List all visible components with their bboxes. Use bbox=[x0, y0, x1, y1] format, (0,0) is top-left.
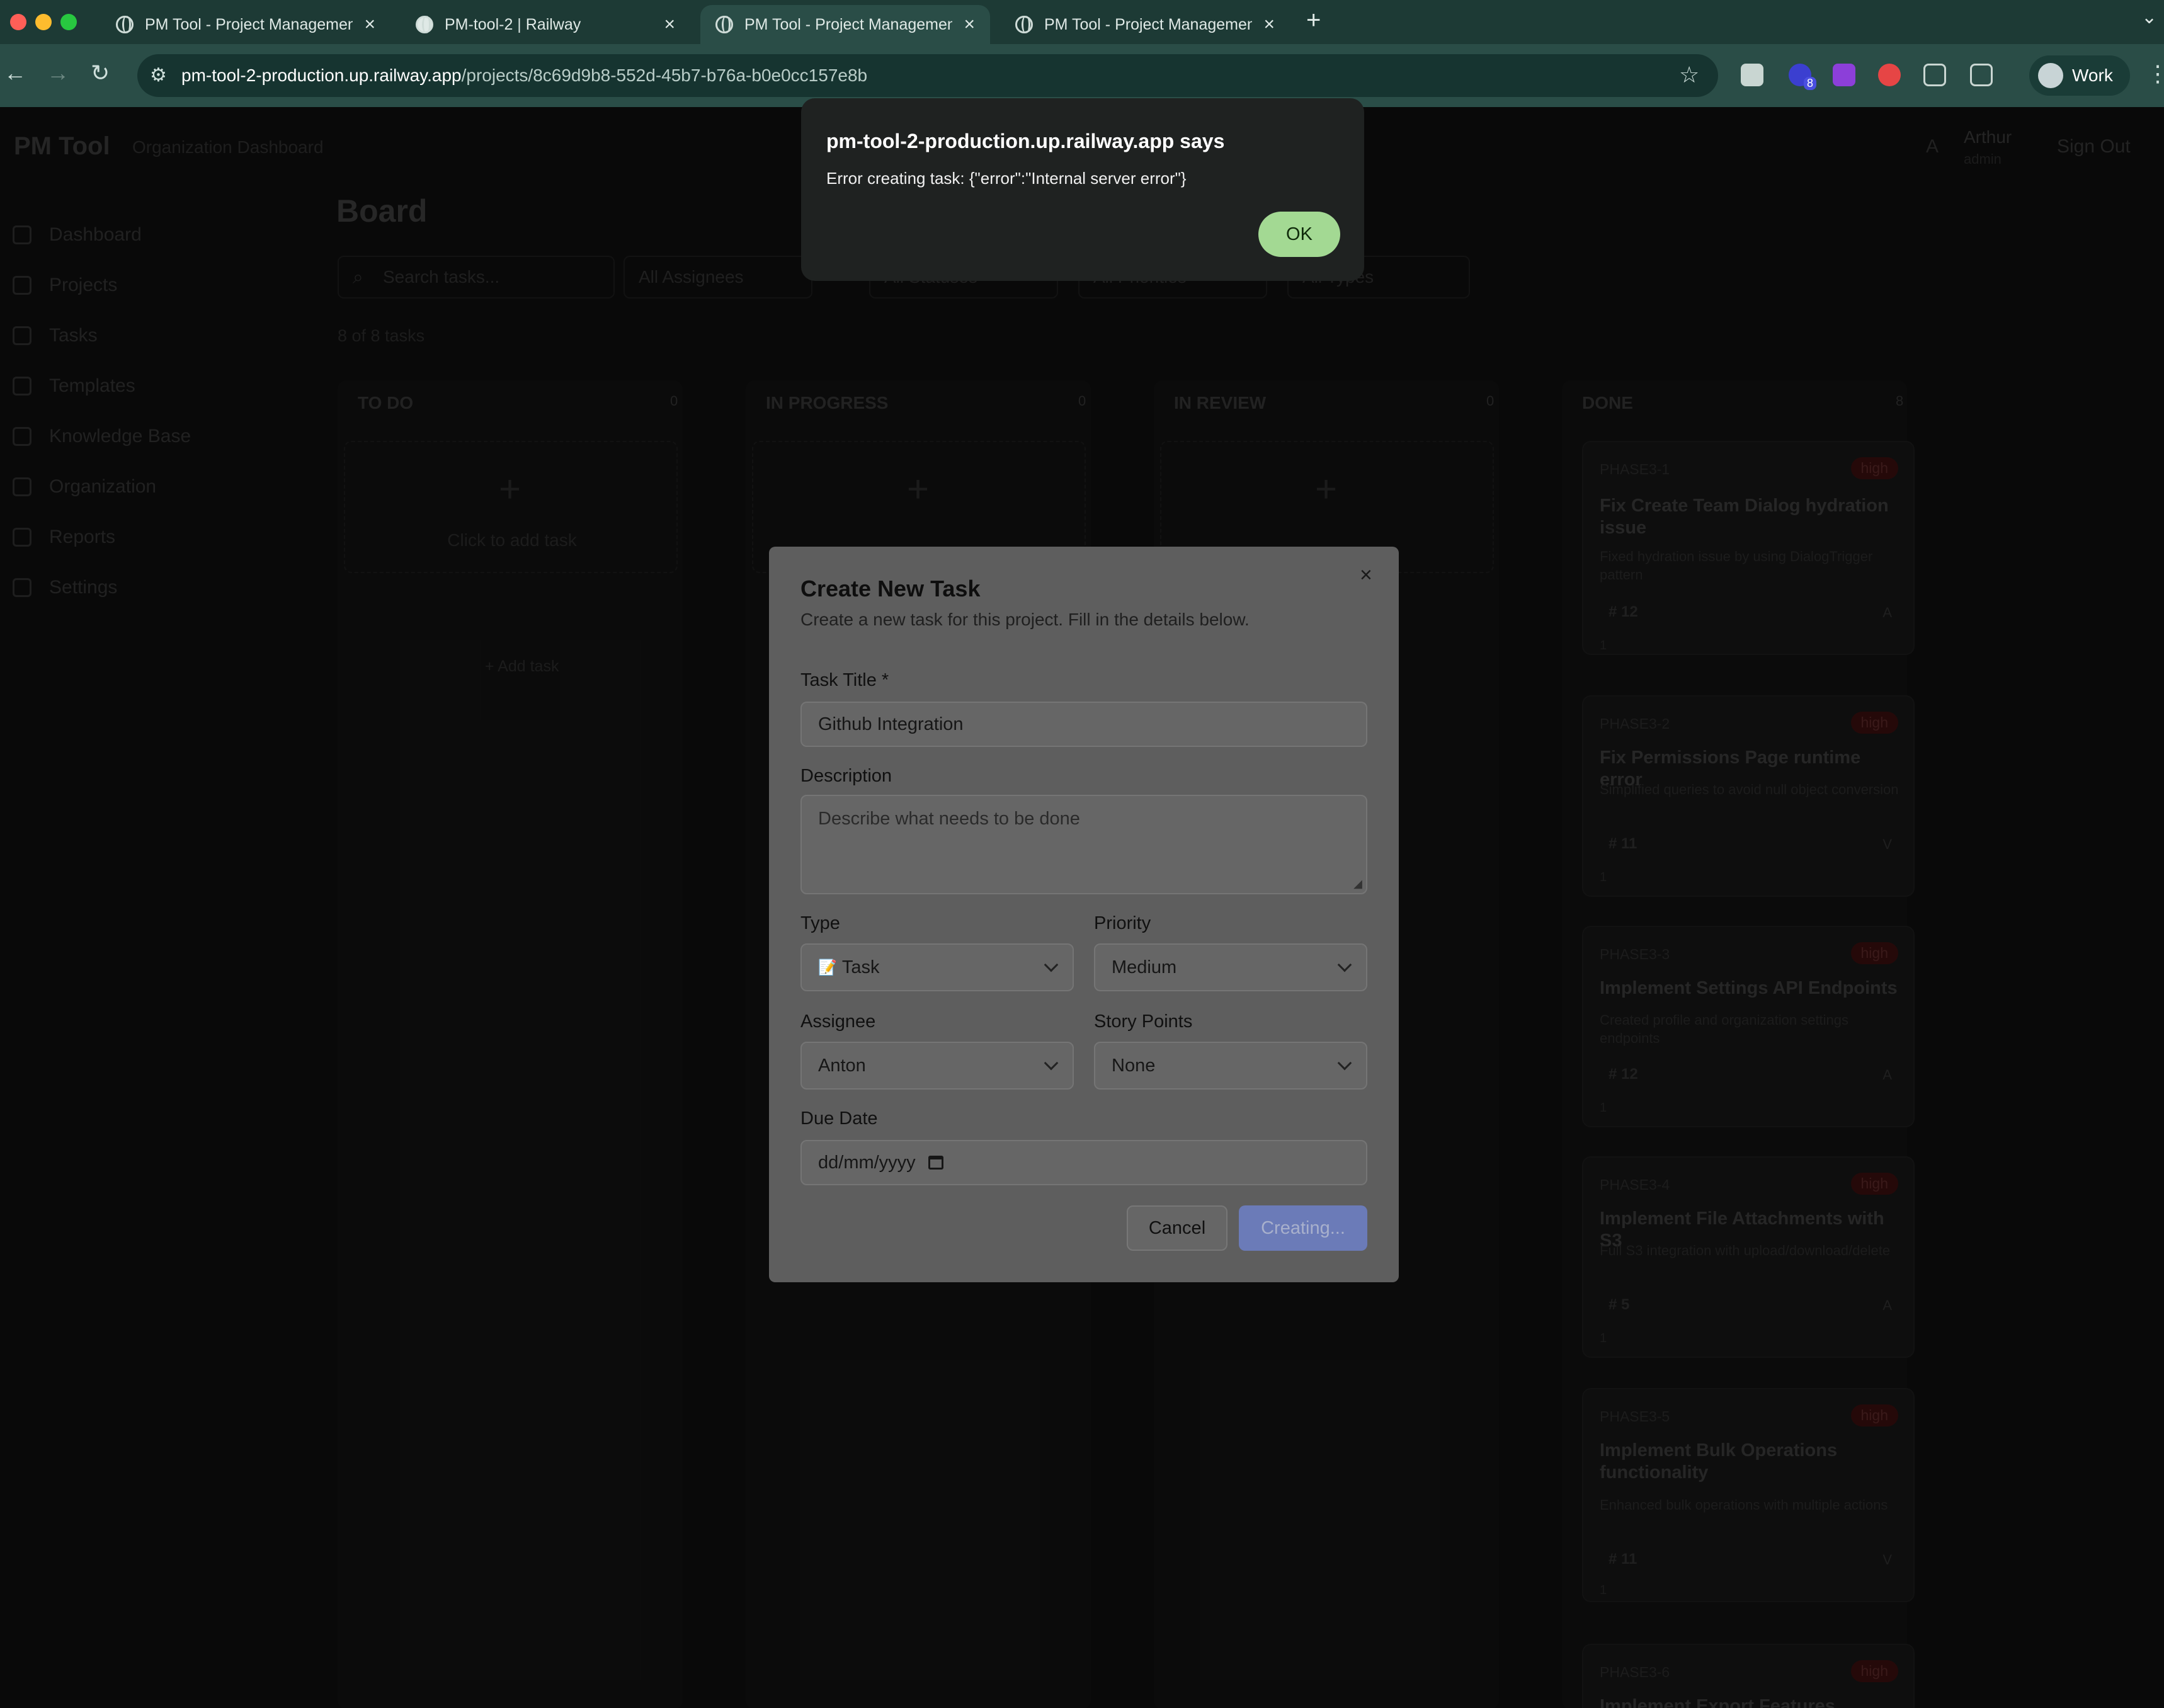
twitch-extension-icon[interactable] bbox=[1833, 64, 1855, 86]
extension-badge-icon[interactable]: 8 bbox=[1789, 64, 1816, 90]
railway-icon bbox=[416, 16, 433, 33]
browser-menu-icon[interactable]: ⋮ bbox=[2146, 60, 2164, 87]
dialog-title: Create New Task bbox=[800, 576, 981, 601]
chevron-down-icon bbox=[1044, 1056, 1059, 1071]
globe-icon bbox=[715, 16, 733, 33]
pokeball-extension-icon[interactable] bbox=[1878, 64, 1901, 86]
window-minimize-button[interactable] bbox=[35, 14, 52, 30]
type-select[interactable]: 📝 Task bbox=[800, 943, 1074, 991]
assignee-label: Assignee bbox=[800, 1011, 876, 1032]
description-label: Description bbox=[800, 766, 892, 786]
browser-tab-1[interactable]: PM Tool - Project Managemen × bbox=[101, 5, 390, 44]
url-path: /projects/8c69d9b8-552d-45b7-b76a-b0e0cc… bbox=[461, 65, 868, 85]
due-date-placeholder: dd/mm/yyyy bbox=[818, 1152, 916, 1173]
priority-value: Medium bbox=[1112, 957, 1177, 977]
description-placeholder: Describe what needs to be done bbox=[818, 809, 1080, 829]
story-points-value: None bbox=[1112, 1055, 1156, 1076]
calendar-icon[interactable] bbox=[928, 1156, 943, 1170]
copilot-extension-icon[interactable] bbox=[1923, 64, 1946, 86]
back-arrow-icon[interactable]: ← bbox=[4, 60, 26, 86]
chevron-down-icon bbox=[1337, 957, 1352, 972]
new-tab-button[interactable]: + bbox=[1306, 6, 1321, 35]
type-label: Type bbox=[800, 913, 840, 933]
story-points-label: Story Points bbox=[1094, 1011, 1193, 1032]
create-task-button[interactable]: Creating... bbox=[1239, 1205, 1367, 1251]
assignee-value: Anton bbox=[818, 1055, 866, 1076]
reload-icon[interactable]: ↻ bbox=[91, 60, 110, 86]
url-domain: pm-tool-2-production.up.railway.app bbox=[181, 65, 462, 85]
browser-tab-3[interactable]: PM Tool - Project Managemen × bbox=[700, 5, 990, 44]
close-icon[interactable]: × bbox=[364, 14, 375, 35]
browser-tab-4[interactable]: PM Tool - Project Managemen × bbox=[1000, 5, 1290, 44]
cancel-button[interactable]: Cancel bbox=[1127, 1205, 1227, 1251]
globe-icon bbox=[116, 16, 134, 33]
window-close-button[interactable] bbox=[10, 14, 26, 30]
chevron-down-icon bbox=[1337, 1056, 1352, 1071]
close-icon[interactable]: × bbox=[1263, 14, 1275, 35]
task-title-value: Github Integration bbox=[818, 714, 964, 734]
due-date-input[interactable]: dd/mm/yyyy bbox=[800, 1140, 1367, 1185]
priority-label: Priority bbox=[1094, 913, 1151, 933]
create-task-dialog: Create New Task Create a new task for th… bbox=[769, 547, 1399, 1282]
close-icon[interactable]: × bbox=[1360, 563, 1372, 588]
close-icon[interactable]: × bbox=[964, 14, 975, 35]
dialog-subtitle: Create a new task for this project. Fill… bbox=[800, 610, 1250, 629]
alert-title: pm-tool-2-production.up.railway.app says bbox=[826, 130, 1225, 152]
forward-arrow-icon[interactable]: → bbox=[47, 60, 69, 86]
description-textarea[interactable]: Describe what needs to be done ◢ bbox=[800, 795, 1367, 894]
avatar bbox=[2038, 63, 2063, 88]
tab-label: PM-tool-2 | Railway bbox=[445, 15, 581, 33]
address-bar[interactable]: ⚙ pm-tool-2-production.up.railway.app/pr… bbox=[137, 54, 1718, 97]
profile-button[interactable]: Work bbox=[2029, 55, 2130, 96]
tab-label: PM Tool - Project Managemen bbox=[1044, 15, 1253, 33]
extension-badge: 8 bbox=[1803, 77, 1816, 90]
site-settings-icon[interactable]: ⚙ bbox=[150, 64, 167, 86]
due-date-label: Due Date bbox=[800, 1108, 878, 1129]
extension-icon[interactable] bbox=[1741, 64, 1763, 86]
puzzle-extensions-icon[interactable] bbox=[1970, 64, 1993, 86]
resize-handle-icon[interactable]: ◢ bbox=[1353, 877, 1362, 891]
task-title-label: Task Title * bbox=[800, 670, 889, 690]
ok-button[interactable]: OK bbox=[1258, 212, 1340, 257]
alert-message: Error creating task: {"error":"Internal … bbox=[826, 169, 1187, 188]
story-points-select[interactable]: None bbox=[1094, 1042, 1367, 1090]
task-title-input[interactable]: Github Integration bbox=[800, 702, 1367, 747]
close-icon[interactable]: × bbox=[664, 14, 675, 35]
globe-icon bbox=[1015, 16, 1033, 33]
window-maximize-button[interactable] bbox=[60, 14, 77, 30]
task-type-icon: 📝 bbox=[818, 959, 837, 976]
browser-tab-2[interactable]: PM-tool-2 | Railway × bbox=[401, 5, 690, 44]
chevron-down-icon bbox=[1044, 957, 1059, 972]
tab-label: PM Tool - Project Managemen bbox=[145, 15, 353, 33]
bookmark-star-icon[interactable]: ☆ bbox=[1679, 62, 1699, 88]
tab-search-icon[interactable]: ⌄ bbox=[2141, 6, 2157, 28]
priority-select[interactable]: Medium bbox=[1094, 943, 1367, 991]
tab-label: PM Tool - Project Managemen bbox=[744, 15, 953, 33]
profile-label: Work bbox=[2072, 65, 2113, 85]
type-value: Task bbox=[841, 957, 880, 977]
assignee-select[interactable]: Anton bbox=[800, 1042, 1074, 1090]
